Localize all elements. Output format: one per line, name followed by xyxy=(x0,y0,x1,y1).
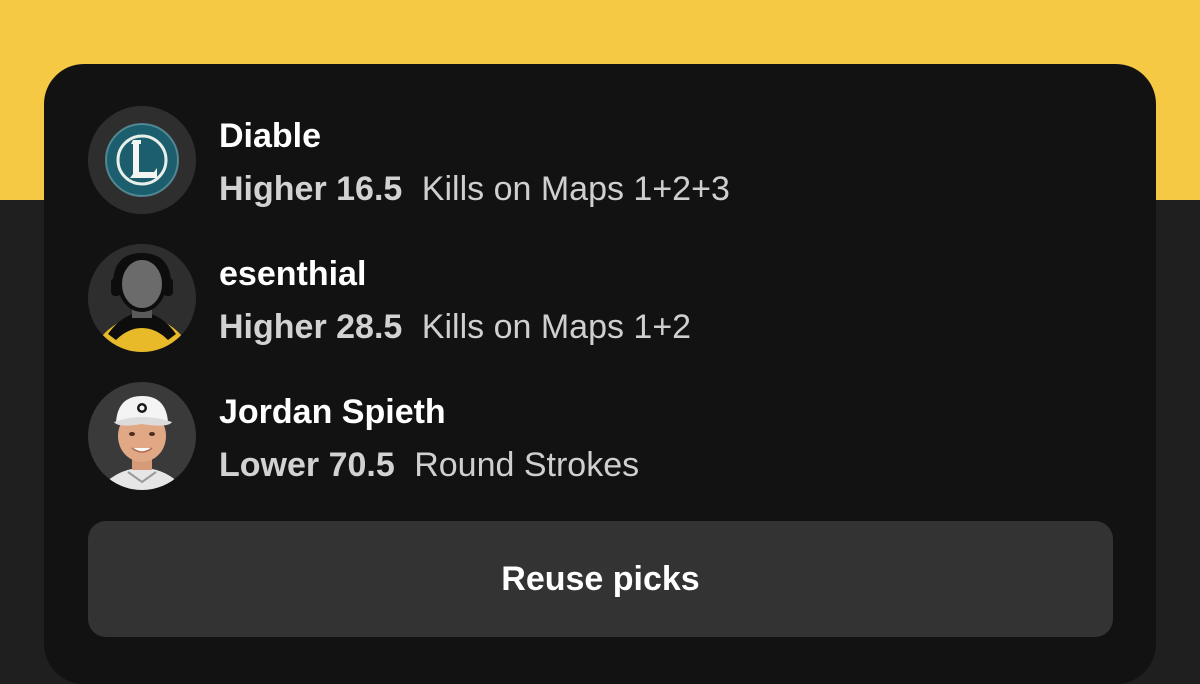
picks-card: Diable Higher 16.5 Kills on Maps 1+2+3 e… xyxy=(44,64,1156,684)
pick-stat: Round Strokes xyxy=(414,446,640,484)
pick-direction: Higher xyxy=(219,170,327,208)
pick-row-1[interactable]: Diable Higher 16.5 Kills on Maps 1+2+3 xyxy=(88,106,1088,216)
league-of-legends-logo-icon xyxy=(88,106,196,214)
pick-value: 16.5 xyxy=(336,170,403,208)
player-name: Diable xyxy=(219,117,322,155)
pick-direction: Lower xyxy=(219,446,320,484)
pick-value: 28.5 xyxy=(336,308,403,346)
pick-stat: Kills on Maps 1+2+3 xyxy=(421,170,730,208)
player-name: esenthial xyxy=(219,255,367,293)
reuse-picks-button[interactable]: Reuse picks xyxy=(88,521,1113,637)
player-name: Jordan Spieth xyxy=(219,393,446,431)
golfer-photo-icon xyxy=(88,382,196,490)
pick-stat: Kills on Maps 1+2 xyxy=(421,308,692,346)
esports-player-silhouette-icon xyxy=(88,244,196,352)
pick-row-3[interactable]: Jordan Spieth Lower 70.5 Round Strokes xyxy=(88,382,1088,492)
pick-row-2[interactable]: esenthial Higher 28.5 Kills on Maps 1+2 xyxy=(88,244,1088,354)
pick-value: 70.5 xyxy=(328,446,395,484)
pick-direction: Higher xyxy=(219,308,327,346)
pick-line: Higher 28.5 Kills on Maps 1+2 xyxy=(219,306,691,348)
pick-line: Higher 16.5 Kills on Maps 1+2+3 xyxy=(219,168,730,210)
pick-line: Lower 70.5 Round Strokes xyxy=(219,444,639,486)
